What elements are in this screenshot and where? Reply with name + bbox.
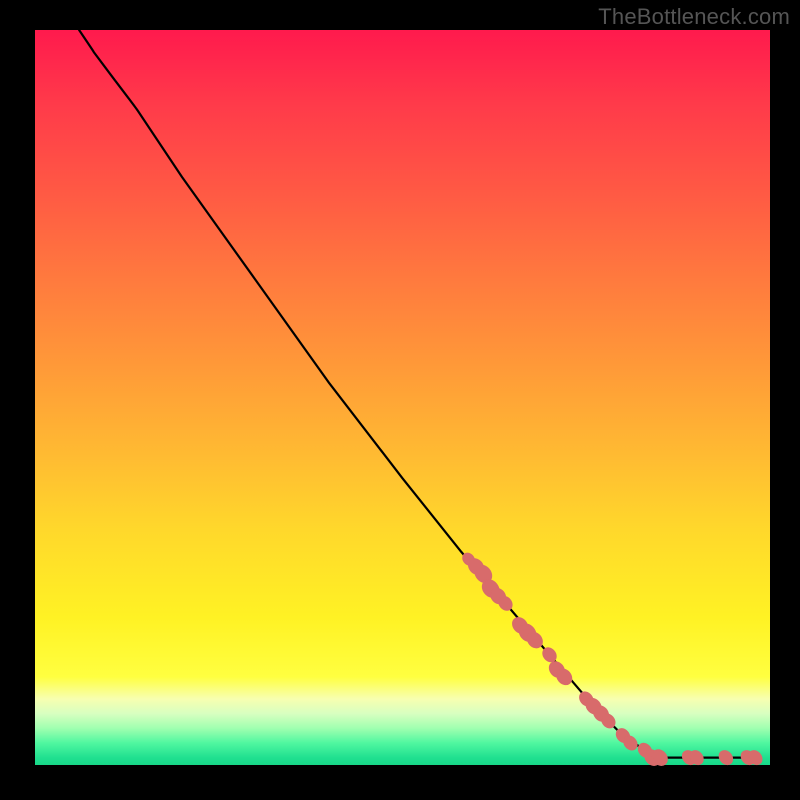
outer-frame: TheBottleneck.com: [0, 0, 800, 800]
chart-markers: [460, 551, 764, 769]
plot-area: [35, 30, 770, 765]
chart-line: [79, 30, 755, 758]
marker-dot: [716, 748, 735, 767]
chart-svg: [35, 30, 770, 765]
watermark-text: TheBottleneck.com: [598, 4, 790, 30]
